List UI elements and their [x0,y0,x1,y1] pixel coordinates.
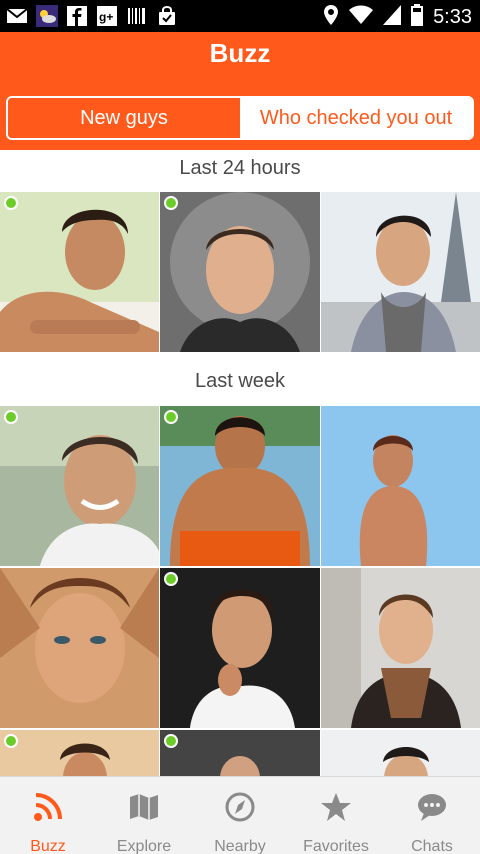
tab-who-checked-you-out[interactable]: Who checked you out [240,98,472,138]
battery-icon [411,4,424,31]
online-status-dot [164,196,178,210]
nav-explore[interactable]: Explore [96,777,192,854]
profile-photo [160,192,320,352]
facebook-icon [66,5,88,27]
svg-text:g+: g+ [99,10,113,24]
nav-nearby[interactable]: Nearby [192,777,288,854]
chat-bubble-icon [416,791,448,828]
nav-label: Nearby [214,838,266,854]
nav-label: Buzz [30,838,66,854]
star-icon [320,791,352,828]
profile-tile[interactable] [321,568,480,728]
profile-photo [160,406,320,566]
online-status-dot [164,572,178,586]
weather-icon [36,5,58,27]
bottom-navigation: Buzz Explore Nearby Favorites Chats [0,776,480,854]
gmail-icon [6,5,28,27]
barcode-icon [126,5,148,27]
section-label-last-24-hours: Last 24 hours [179,157,301,179]
online-status-dot [4,410,18,424]
online-status-dot [164,410,178,424]
online-status-dot [4,196,18,210]
google-plus-icon: g+ [96,5,118,27]
page-title: Buzz [209,38,271,68]
nav-buzz[interactable]: Buzz [0,777,96,854]
rss-icon [32,791,64,828]
profile-photo [0,192,159,352]
app-header: Buzz New guys Who checked you out [0,32,480,150]
profile-photo [321,568,480,728]
clock: 5:33 [433,6,472,28]
status-bar: g+ 5:33 [0,0,480,32]
location-icon [323,4,339,31]
profile-photo [0,568,159,728]
shopping-bag-icon [156,5,178,27]
nav-label: Chats [411,838,453,854]
profile-tile[interactable] [321,192,480,352]
profile-tile[interactable] [160,568,320,728]
profile-photo [321,192,480,352]
online-status-dot [4,734,18,748]
nav-label: Explore [116,838,172,854]
tab-new-guys[interactable]: New guys [8,98,240,138]
tab-switcher: New guys Who checked you out [6,96,474,140]
profile-tile[interactable] [160,406,320,566]
profile-photo [0,406,159,566]
nav-favorites[interactable]: Favorites [288,777,384,854]
profile-photo [160,568,320,728]
section-label-last-week: Last week [194,370,286,392]
signal-icon [383,5,402,30]
nav-chats[interactable]: Chats [384,777,480,854]
profile-tile[interactable] [0,192,159,352]
profile-tile[interactable] [0,406,159,566]
profile-tile[interactable] [160,192,320,352]
compass-icon [224,791,256,828]
online-status-dot [164,734,178,748]
wifi-icon [349,5,374,30]
profile-grid-recent [0,192,480,352]
map-icon [128,791,160,828]
profile-tile[interactable] [0,568,159,728]
profile-photo [321,406,480,566]
nav-label: Favorites [303,838,369,854]
profile-tile[interactable] [321,406,480,566]
